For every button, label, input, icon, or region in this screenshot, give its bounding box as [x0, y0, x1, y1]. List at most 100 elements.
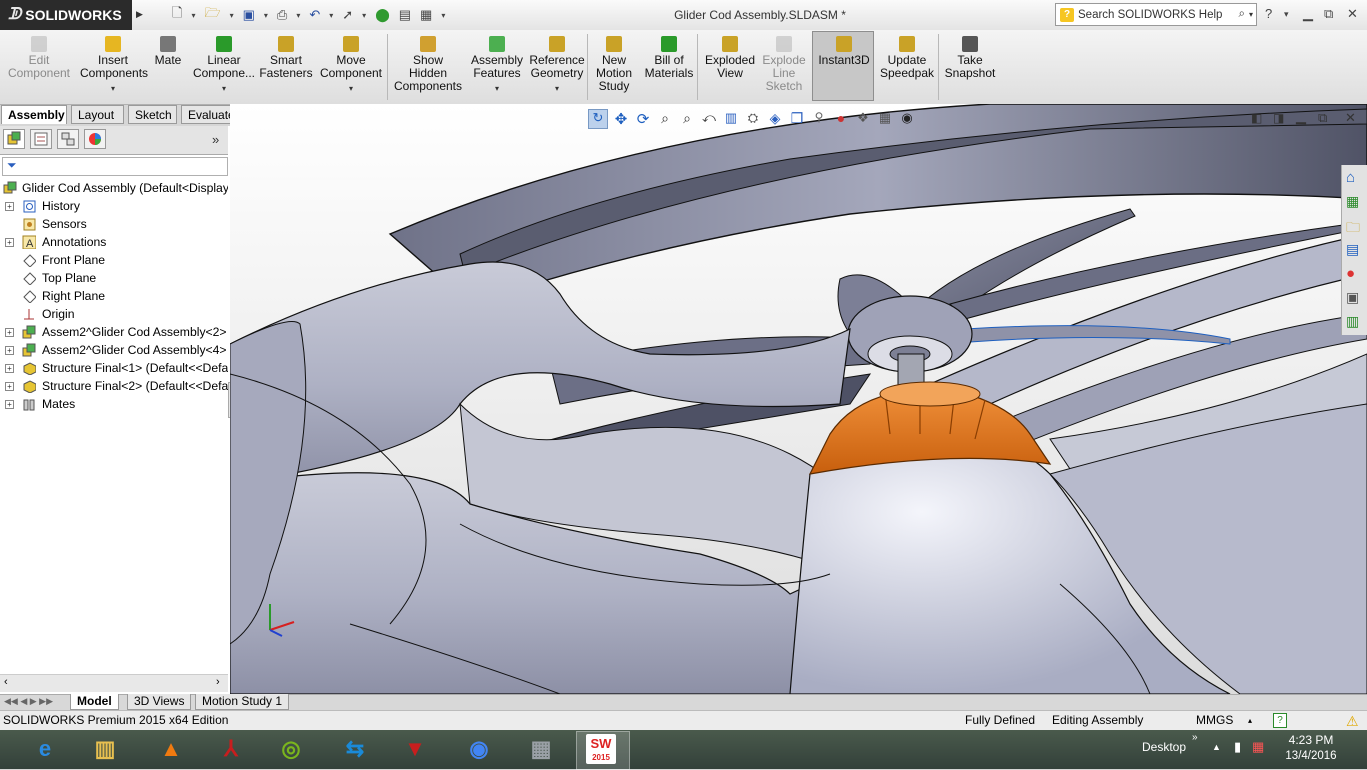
chevron-down-icon[interactable]: ▾ [1249, 10, 1253, 19]
chevron-down-icon[interactable]: ▾ [468, 82, 526, 95]
internet-explorer-icon[interactable]: e [28, 732, 62, 766]
tree-item-annotations[interactable]: + A Annotations [0, 233, 228, 251]
rotate-icon[interactable]: ⟳ [634, 110, 652, 128]
select-arrow-icon[interactable]: ➚ [342, 7, 353, 23]
chevron-down-icon[interactable]: ▾ [1284, 9, 1289, 20]
expand-icon[interactable]: + [5, 400, 14, 409]
minimize-icon[interactable]: ▁ [1303, 6, 1313, 22]
zoom-to-area-icon[interactable]: ⌕ [678, 110, 696, 128]
chevron-down-icon[interactable]: ▾ [191, 11, 195, 20]
chevron-down-icon[interactable]: ▾ [441, 11, 445, 20]
print-icon[interactable]: ⎙ [277, 7, 287, 23]
close-icon[interactable]: ✕ [1347, 6, 1358, 22]
tree-item-history[interactable]: + History [0, 197, 228, 215]
power-icon[interactable]: ▮ [1234, 739, 1241, 755]
vlc-icon[interactable]: ▲ [154, 732, 188, 766]
tab-layout[interactable]: Layout [71, 105, 124, 124]
dynamic-annotation-icon[interactable]: ⛭ [744, 110, 762, 128]
graphics-viewport[interactable] [230, 104, 1367, 694]
home-icon[interactable]: ⌂ [1346, 169, 1364, 187]
section-view-icon[interactable]: ▥ [722, 110, 740, 128]
property-manager-tab[interactable] [30, 129, 52, 149]
expand-icon[interactable]: + [5, 382, 14, 391]
tree-item-assem2-glider-cod-assembly-4-[interactable]: + Assem2^Glider Cod Assembly<4> [0, 341, 228, 359]
viewport-restore-icon[interactable]: ⧉ [1318, 110, 1327, 126]
expand-panel-icon[interactable]: » [212, 132, 219, 147]
viewport-next-icon[interactable]: ◨ [1273, 111, 1284, 125]
help-icon[interactable]: ? [1273, 713, 1287, 728]
undo-icon[interactable]: ↶ [309, 7, 320, 23]
pan-icon[interactable]: ✥ [612, 110, 630, 128]
bill-of-materials-button[interactable]: Bill of Materials [641, 34, 697, 80]
tree-item-sensors[interactable]: Sensors [0, 215, 228, 233]
new-document-icon[interactable]: 🗋 [172, 4, 182, 26]
chevron-down-icon[interactable]: ▾ [296, 11, 300, 20]
assembly-features-button[interactable]: Assembly Features ▾ [468, 34, 526, 95]
edit-appearance-icon[interactable]: ● [832, 110, 850, 128]
insert-components-button[interactable]: Insert Components ▾ [80, 34, 148, 95]
sync-icon[interactable]: ⇆ [338, 732, 372, 766]
view-orientation-icon[interactable]: ◈ [766, 110, 784, 128]
scroll-right-icon[interactable]: › [216, 676, 220, 688]
feature-tree-tab[interactable] [3, 129, 25, 149]
linear-component-button[interactable]: Linear Compone... ▾ [192, 34, 256, 95]
tab-sketch[interactable]: Sketch [128, 105, 177, 124]
restore-icon[interactable]: ⧉ [1324, 6, 1333, 22]
tab-scroll-first-icon[interactable]: ◀◀ ◀ ▶ ▶▶ [4, 696, 53, 707]
new-motion-study-button[interactable]: New Motion Study [591, 34, 637, 93]
open-folder-icon[interactable]: 🗁 [204, 4, 220, 26]
scroll-left-icon[interactable]: ‹ [4, 676, 8, 688]
smart-fasteners-button[interactable]: Smart Fasteners [258, 34, 314, 80]
rotate-view-icon[interactable]: ↻ [588, 109, 608, 129]
chevron-down-icon[interactable]: ▾ [264, 11, 268, 20]
realview-icon[interactable]: ◉ [898, 110, 916, 128]
solidworks-logo[interactable]: ᗫ SOLIDWORKS [0, 0, 132, 30]
apply-scene-icon[interactable]: ❖ [854, 110, 872, 128]
custom-properties-icon[interactable]: ▣ [1346, 289, 1364, 307]
exploded-view-button[interactable]: Exploded View [701, 34, 759, 80]
tree-item-assem2-glider-cod-assembly-2-[interactable]: + Assem2^Glider Cod Assembly<2> [0, 323, 228, 341]
design-library-icon[interactable]: 🗀 [1346, 217, 1364, 235]
display-manager-tab[interactable] [84, 129, 106, 149]
tray-expand-icon[interactable]: ▲ [1212, 742, 1221, 752]
forum-icon[interactable]: ▥ [1346, 313, 1364, 331]
media-icon[interactable]: ▼ [398, 732, 432, 766]
tree-item-front-plane[interactable]: Front Plane [0, 251, 228, 269]
viewport-minimize-icon[interactable]: ▁ [1296, 109, 1306, 125]
clock-time[interactable]: 4:23 PM [1281, 733, 1341, 747]
chevron-down-icon[interactable]: ▾ [362, 11, 366, 20]
help-icon[interactable]: ? [1265, 6, 1272, 21]
filter-icon[interactable]: ⏷ [7, 158, 17, 173]
save-icon[interactable]: ▣ [243, 7, 255, 23]
display-style-icon[interactable]: ❒ [788, 110, 806, 128]
previous-view-icon[interactable]: ⤺ [700, 110, 718, 128]
zoom-to-fit-icon[interactable]: ⌕ [656, 110, 674, 128]
tab-assembly[interactable]: Assembly [1, 105, 67, 124]
chevron-down-icon[interactable]: ▾ [192, 82, 256, 95]
chevron-up-icon[interactable]: ▴ [1248, 711, 1252, 730]
clock-date[interactable]: 13/4/2016 [1281, 750, 1341, 762]
file-explorer-icon[interactable]: ▤ [1346, 241, 1364, 259]
file-explorer-icon[interactable]: ▥ [88, 732, 122, 766]
mate-button[interactable]: Mate [150, 34, 186, 67]
chevron-down-icon[interactable]: ▾ [318, 82, 384, 95]
expand-icon[interactable]: + [5, 364, 14, 373]
bottom-tab-3d-views[interactable]: 3D Views [127, 694, 192, 710]
acrobat-icon[interactable]: ⅄ [214, 732, 248, 766]
explode-line-sketch-button[interactable]: Explode Line Sketch [760, 34, 808, 93]
chevron-down-icon[interactable]: ▾ [329, 11, 333, 20]
search-icon[interactable]: ⌕ [1239, 8, 1245, 21]
solidworks-2015-icon[interactable]: SW 2015 [586, 734, 616, 764]
toolbar-expand-icon[interactable]: » [1192, 732, 1198, 743]
instant3d-button[interactable]: Instant3D [815, 34, 873, 67]
search-help-field[interactable]: ? Search SOLIDWORKS Help ⌕ ▾ [1055, 3, 1257, 26]
chrome-icon[interactable]: ◉ [462, 732, 496, 766]
chevron-down-icon[interactable]: ▾ [526, 82, 588, 95]
tree-item-top-plane[interactable]: Top Plane [0, 269, 228, 287]
chevron-down-icon[interactable]: ▾ [80, 82, 146, 95]
configuration-manager-tab[interactable] [57, 129, 79, 149]
show-hidden-components-button[interactable]: Show Hidden Components [393, 34, 463, 93]
appearances-icon[interactable]: ● [1346, 265, 1364, 283]
resources-icon[interactable]: ▦ [1346, 193, 1364, 211]
viewport-prev-icon[interactable]: ◧ [1251, 111, 1262, 125]
